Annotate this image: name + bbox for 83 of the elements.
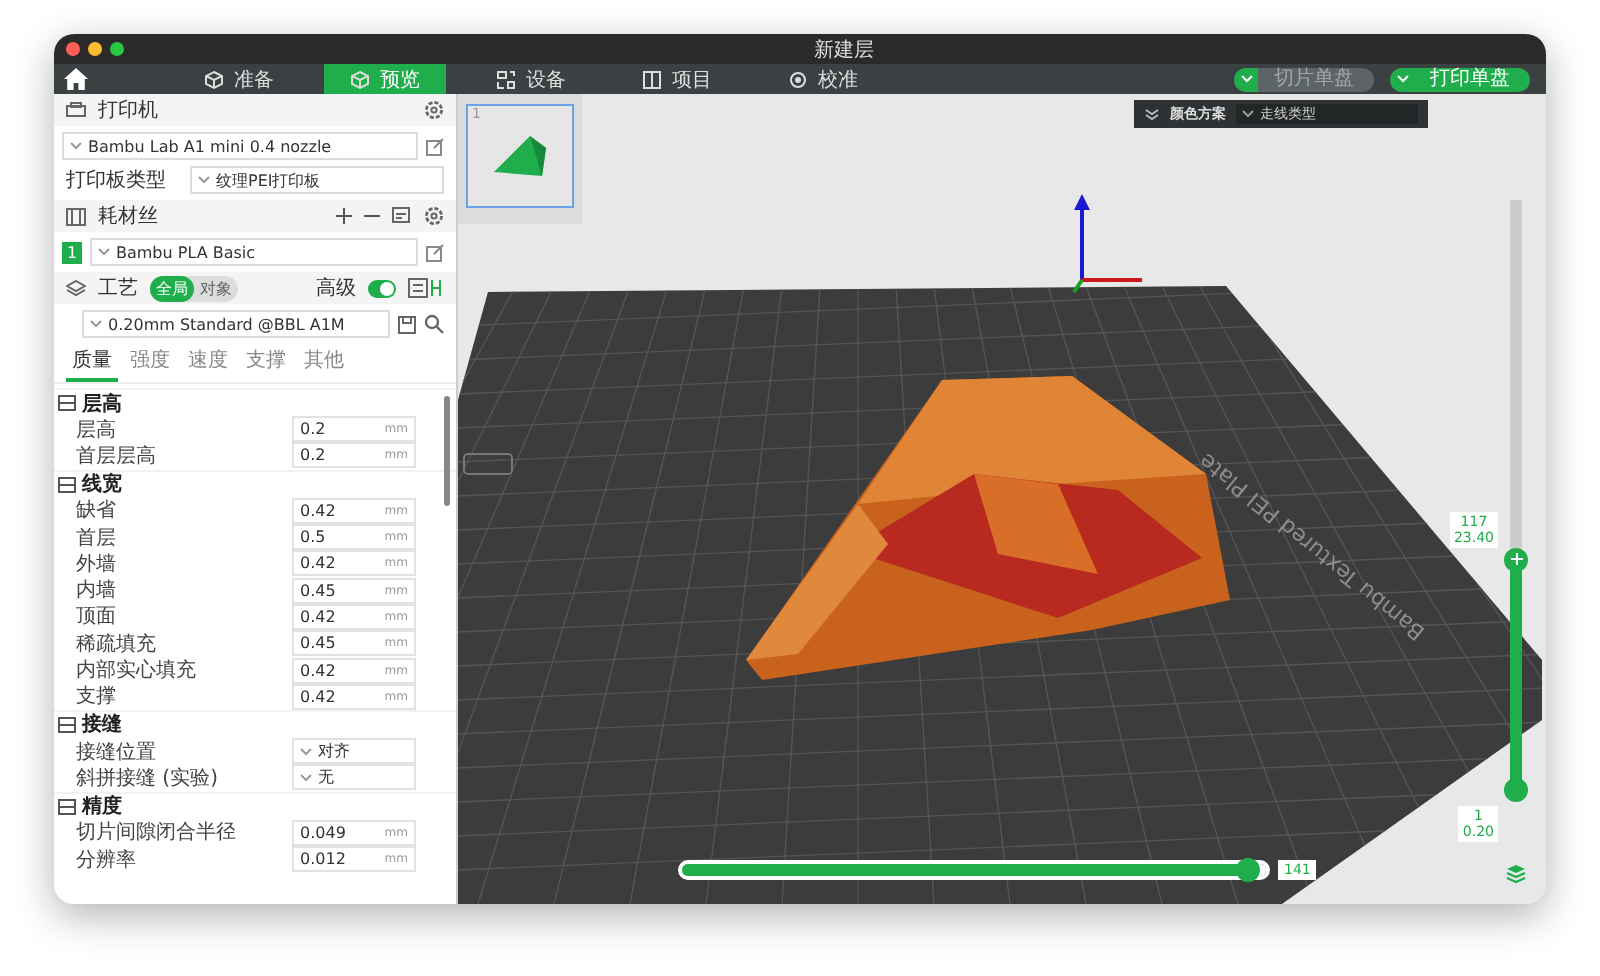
cube-icon <box>204 69 224 89</box>
group-icon <box>58 475 76 494</box>
settings-tab[interactable]: 强度 <box>124 344 176 382</box>
group-title: 精度 <box>82 792 122 821</box>
settings-icon[interactable] <box>424 206 444 226</box>
caret-icon <box>1239 74 1253 84</box>
option-label: 缺省 <box>76 497 118 525</box>
settings-tab[interactable]: 质量 <box>66 344 118 382</box>
settings-tab[interactable]: 其他 <box>298 344 350 382</box>
model-icon <box>490 132 550 180</box>
layers-icon <box>66 279 86 297</box>
upper-slider-handle[interactable] <box>1504 547 1528 572</box>
section-title: 工艺 <box>98 275 138 302</box>
book-icon <box>642 69 662 89</box>
option-label: 分辨率 <box>76 847 138 874</box>
home-icon <box>64 68 88 90</box>
close-button[interactable] <box>66 42 80 56</box>
main-tab[interactable]: 项目 <box>616 64 738 94</box>
filament-dropdown[interactable]: Bambu PLA Basic <box>90 238 418 266</box>
zoom-button[interactable] <box>110 42 124 56</box>
group-icon <box>58 797 76 816</box>
group-icon <box>58 394 76 412</box>
group-title: 线宽 <box>82 470 122 499</box>
option-label: 顶面 <box>76 604 118 631</box>
caret-icon <box>198 176 210 184</box>
spool-icon <box>66 207 86 225</box>
axes-drawing <box>1072 194 1142 294</box>
caret-icon <box>1242 110 1254 118</box>
device-icon <box>496 69 516 89</box>
window-title: 新建层 <box>814 37 874 63</box>
section-title: 耗材丝 <box>98 203 158 230</box>
advanced-label: 高级 <box>316 275 356 302</box>
cube-icon <box>350 69 370 89</box>
edit-icon[interactable] <box>426 243 444 261</box>
caret-icon <box>1395 74 1409 84</box>
main-tab[interactable]: 准备 <box>178 64 300 94</box>
option-label: 斜拼接缝 (实验) <box>76 765 220 792</box>
option-label: 外墙 <box>76 551 118 578</box>
option-label: 内墙 <box>76 577 118 605</box>
option-label: 支撑 <box>76 683 118 711</box>
save-icon[interactable] <box>398 315 416 333</box>
scrollbar-thumb[interactable] <box>444 396 450 506</box>
group-title: 接缝 <box>82 711 122 739</box>
group-title: 层高 <box>82 390 122 417</box>
minimize-button[interactable] <box>88 42 102 56</box>
printer-preset-dropdown[interactable]: Bambu Lab A1 mini 0.4 nozzle <box>62 132 418 160</box>
settings-tab[interactable]: 支撑 <box>240 344 292 382</box>
option-label: 切片间隙闭合半径 <box>76 819 238 847</box>
advanced-switch[interactable] <box>368 279 396 297</box>
option-label: 接缝位置 <box>76 739 158 766</box>
caret-icon <box>300 773 312 782</box>
edit-icon[interactable] <box>426 137 444 155</box>
search-icon[interactable] <box>424 314 444 334</box>
option-label: 首层层高 <box>76 443 158 470</box>
caret-icon <box>300 747 312 756</box>
dropdown-button[interactable] <box>1234 67 1258 91</box>
target-icon <box>788 69 808 89</box>
main-tab[interactable]: 设备 <box>470 64 592 94</box>
group-icon <box>58 715 76 734</box>
process-preset-dropdown[interactable]: 0.20mm Standard @BBL A1M <box>82 310 390 338</box>
caret-icon <box>98 248 110 256</box>
option-label: 首层 <box>76 525 118 552</box>
collapse-icon[interactable] <box>1144 108 1160 120</box>
add-icon[interactable] <box>336 208 352 224</box>
option-label: 层高 <box>76 417 118 444</box>
scope-toggle[interactable]: 对象 <box>194 275 238 301</box>
settings-tab[interactable]: 速度 <box>182 344 234 382</box>
main-tab[interactable]: 校准 <box>762 64 884 94</box>
settings-icon[interactable] <box>424 100 444 120</box>
field-label: 打印板类型 <box>66 167 166 194</box>
lower-slider-handle[interactable] <box>1504 778 1528 802</box>
printer-icon <box>66 101 86 119</box>
caret-icon <box>90 320 102 328</box>
option-dropdown[interactable]: 无 <box>292 764 416 791</box>
plate-type-dropdown[interactable]: 纹理PEI打印板 <box>190 166 444 194</box>
plus-icon <box>1509 552 1523 567</box>
option-dropdown[interactable]: 对齐 <box>292 738 416 765</box>
dropdown-button[interactable] <box>1390 67 1414 91</box>
option-label: 稀疏填充 <box>76 631 158 658</box>
option-label: 内部实心填充 <box>76 657 198 685</box>
caret-icon <box>70 142 82 150</box>
section-title: 打印机 <box>98 97 158 124</box>
compare-icon[interactable] <box>408 278 444 298</box>
